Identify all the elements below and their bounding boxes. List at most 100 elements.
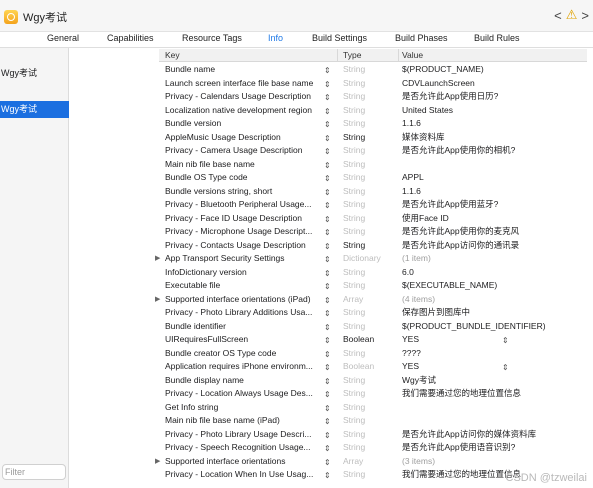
- plist-row[interactable]: Application requires iPhone environm... ⇕…: [159, 360, 587, 374]
- disclosure-triangle-icon[interactable]: ▶: [155, 252, 160, 266]
- key-stepper-icon[interactable]: ⇕: [324, 91, 331, 105]
- plist-type[interactable]: String: [343, 117, 398, 131]
- plist-key[interactable]: Launch screen interface file base name: [165, 77, 323, 91]
- plist-key[interactable]: App Transport Security Settings: [165, 252, 323, 266]
- plist-key[interactable]: Get Info string: [165, 401, 323, 415]
- plist-key[interactable]: Supported interface orientations (iPad): [165, 293, 323, 307]
- plist-key[interactable]: InfoDictionary version: [165, 266, 323, 280]
- key-stepper-icon[interactable]: ⇕: [324, 307, 331, 321]
- plist-value[interactable]: (1 item): [402, 252, 585, 266]
- plist-key[interactable]: Supported interface orientations: [165, 455, 323, 469]
- plist-key[interactable]: Privacy - Contacts Usage Description: [165, 239, 323, 253]
- key-stepper-icon[interactable]: ⇕: [324, 375, 331, 389]
- plist-row[interactable]: Executable file ⇕ String $(EXECUTABLE_NAME): [159, 279, 587, 293]
- plist-key[interactable]: Bundle versions string, short: [165, 185, 323, 199]
- plist-key[interactable]: Main nib file base name: [165, 158, 323, 172]
- plist-key[interactable]: Application requires iPhone environm...: [165, 360, 323, 374]
- plist-key[interactable]: Bundle version: [165, 117, 323, 131]
- plist-value[interactable]: 保存图片到图库中: [402, 306, 585, 320]
- plist-row[interactable]: Privacy - Microphone Usage Descript... ⇕ S…: [159, 225, 587, 239]
- back-arrow-icon[interactable]: <: [554, 8, 562, 23]
- plist-key[interactable]: Bundle identifier: [165, 320, 323, 334]
- plist-type[interactable]: String: [343, 401, 398, 415]
- plist-type[interactable]: Boolean: [343, 360, 398, 374]
- plist-row[interactable]: InfoDictionary version ⇕ String 6.0: [159, 266, 587, 280]
- key-stepper-icon[interactable]: ⇕: [324, 348, 331, 362]
- plist-value[interactable]: 我们需要通过您的地理位置信息: [402, 387, 585, 401]
- plist-type[interactable]: String: [343, 266, 398, 280]
- key-stepper-icon[interactable]: ⇕: [324, 280, 331, 294]
- key-stepper-icon[interactable]: ⇕: [324, 213, 331, 227]
- plist-value[interactable]: $(PRODUCT_BUNDLE_IDENTIFIER): [402, 320, 585, 334]
- tab-general[interactable]: General: [47, 33, 79, 43]
- key-stepper-icon[interactable]: ⇕: [324, 64, 331, 78]
- plist-row[interactable]: Bundle name ⇕ String $(PRODUCT_NAME): [159, 63, 587, 77]
- plist-value[interactable]: $(EXECUTABLE_NAME): [402, 279, 585, 293]
- plist-value[interactable]: 是否允许此App访问你的通讯录: [402, 239, 585, 253]
- plist-row[interactable]: Privacy - Photo Library Additions Usa...…: [159, 306, 587, 320]
- plist-key[interactable]: Privacy - Bluetooth Peripheral Usage...: [165, 198, 323, 212]
- plist-key[interactable]: AppleMusic Usage Description: [165, 131, 323, 145]
- sidebar-item-target[interactable]: Wgy考试: [0, 101, 69, 118]
- plist-type[interactable]: String: [343, 104, 398, 118]
- plist-value[interactable]: 是否允许此App使用蓝牙?: [402, 198, 585, 212]
- filter-field[interactable]: Filter: [2, 464, 66, 480]
- plist-row[interactable]: AppleMusic Usage Description ⇕ String 媒体资料库: [159, 131, 587, 145]
- plist-row[interactable]: Privacy - Bluetooth Peripheral Usage... ⇕…: [159, 198, 587, 212]
- plist-type[interactable]: Boolean: [343, 333, 398, 347]
- key-stepper-icon[interactable]: ⇕: [324, 334, 331, 348]
- plist-value[interactable]: Wgy考试: [402, 374, 585, 388]
- key-stepper-icon[interactable]: ⇕: [324, 105, 331, 119]
- warning-icon[interactable]: ⚠: [566, 7, 578, 23]
- plist-type[interactable]: String: [343, 131, 398, 145]
- plist-type[interactable]: String: [343, 306, 398, 320]
- plist-row[interactable]: Bundle identifier ⇕ String $(PRODUCT_BUNDLE…: [159, 320, 587, 334]
- key-stepper-icon[interactable]: ⇕: [324, 226, 331, 240]
- plist-row[interactable]: Launch screen interface file base name ⇕ S…: [159, 77, 587, 91]
- plist-key[interactable]: Privacy - Face ID Usage Description: [165, 212, 323, 226]
- plist-value[interactable]: (3 items): [402, 455, 585, 469]
- plist-value[interactable]: 1.1.6: [402, 185, 585, 199]
- plist-type[interactable]: String: [343, 225, 398, 239]
- key-stepper-icon[interactable]: ⇕: [324, 199, 331, 213]
- plist-type[interactable]: String: [343, 63, 398, 77]
- plist-row[interactable]: Privacy - Camera Usage Description ⇕ Strin…: [159, 144, 587, 158]
- plist-row[interactable]: Privacy - Face ID Usage Description ⇕ Stri…: [159, 212, 587, 226]
- plist-key[interactable]: Privacy - Calendars Usage Description: [165, 90, 323, 104]
- plist-row[interactable]: Privacy - Contacts Usage Description ⇕ Str…: [159, 239, 587, 253]
- plist-type[interactable]: String: [343, 320, 398, 334]
- key-stepper-icon[interactable]: ⇕: [324, 415, 331, 429]
- plist-type[interactable]: String: [343, 374, 398, 388]
- plist-type[interactable]: String: [343, 212, 398, 226]
- plist-value[interactable]: 是否允许此App访问你的媒体资料库: [402, 428, 585, 442]
- key-stepper-icon[interactable]: ⇕: [324, 456, 331, 470]
- plist-row[interactable]: Localization native development region ⇕ S…: [159, 104, 587, 118]
- plist-type[interactable]: String: [343, 279, 398, 293]
- plist-key[interactable]: Privacy - Location When In Use Usag...: [165, 468, 323, 482]
- key-stepper-icon[interactable]: ⇕: [324, 321, 331, 335]
- key-stepper-icon[interactable]: ⇕: [324, 294, 331, 308]
- target-selector[interactable]: Wgy考试: [4, 9, 67, 25]
- plist-type[interactable]: String: [343, 387, 398, 401]
- key-stepper-icon[interactable]: ⇕: [324, 469, 331, 483]
- key-stepper-icon[interactable]: ⇕: [324, 267, 331, 281]
- plist-value[interactable]: United States: [402, 104, 585, 118]
- plist-row[interactable]: Bundle creator OS Type code ⇕ String????: [159, 347, 587, 361]
- plist-type[interactable]: String: [343, 428, 398, 442]
- tab-capabilities[interactable]: Capabilities: [107, 33, 154, 43]
- key-stepper-icon[interactable]: ⇕: [324, 186, 331, 200]
- plist-type[interactable]: String: [343, 171, 398, 185]
- plist-type[interactable]: Dictionary: [343, 252, 398, 266]
- forward-arrow-icon[interactable]: >: [581, 8, 589, 23]
- plist-row[interactable]: Privacy - Photo Library Usage Descri... ⇕…: [159, 428, 587, 442]
- key-stepper-icon[interactable]: ⇕: [324, 159, 331, 173]
- plist-type[interactable]: String: [343, 158, 398, 172]
- plist-key[interactable]: Privacy - Photo Library Additions Usa...: [165, 306, 323, 320]
- key-stepper-icon[interactable]: ⇕: [324, 442, 331, 456]
- boolean-popup-icon[interactable]: ⇕: [502, 361, 509, 375]
- plist-key[interactable]: Bundle name: [165, 63, 323, 77]
- key-stepper-icon[interactable]: ⇕: [324, 240, 331, 254]
- plist-row[interactable]: ▶ App Transport Security Settings ⇕ Diction…: [155, 252, 587, 266]
- plist-key[interactable]: Localization native development region: [165, 104, 323, 118]
- plist-value[interactable]: YES: [402, 333, 585, 347]
